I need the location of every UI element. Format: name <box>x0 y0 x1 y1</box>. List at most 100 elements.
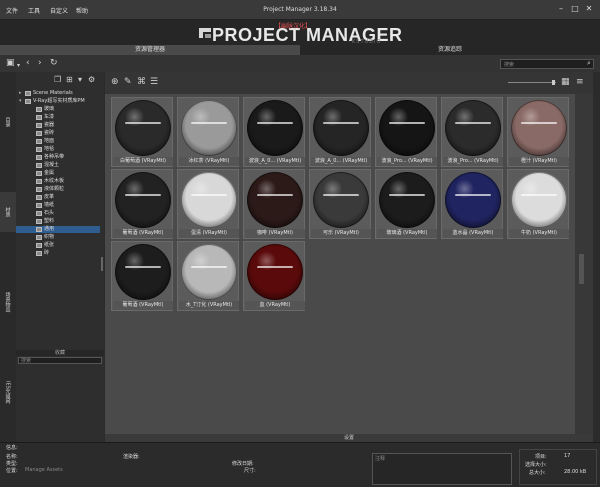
material-preview-sphere <box>247 100 303 156</box>
view-options-icon[interactable]: ▾ <box>78 75 82 84</box>
tree-item[interactable]: 瓷器 <box>16 122 100 129</box>
tab-asset-tracking[interactable]: 资源追踪 <box>300 45 600 55</box>
collapse-arrow-icon[interactable]: ▾ <box>19 98 22 105</box>
location-value: Manage Assets <box>25 467 63 473</box>
search-input[interactable]: 搜索 <box>500 59 594 69</box>
renderer-label: 渲染器: <box>123 454 140 460</box>
material-card[interactable]: 水_T汀化 (VRayMtl) <box>177 241 239 311</box>
tree-item[interactable]: 各种吊带 <box>16 154 100 161</box>
expand-arrow-icon[interactable]: ▸ <box>19 90 22 97</box>
location-label: 位置: <box>6 468 18 474</box>
edit-icon[interactable]: ✎ <box>124 78 132 87</box>
info-panel: 信息: 名称: 类型: 位置: Manage Assets 渲染器: 修改日期:… <box>0 442 600 487</box>
grid-view-icon[interactable]: ▦ <box>561 78 570 87</box>
tree-item[interactable]: 玻璃 <box>16 106 100 113</box>
tree-item[interactable]: 石头 <box>16 210 100 217</box>
material-card[interactable]: 可乐 (VRayMtl) <box>309 169 371 239</box>
tree-item[interactable]: ▸ Scene Materials <box>16 90 100 97</box>
tree-item[interactable]: 地面 <box>16 138 100 145</box>
tree-item[interactable]: 瓷砖 <box>16 130 100 137</box>
gear-icon[interactable]: ⚙ <box>88 75 95 84</box>
material-card[interactable]: 波浪_Pro... (VRayMtl) <box>441 97 503 167</box>
specular-highlight <box>191 122 227 124</box>
tree-item[interactable]: 皮革 <box>16 194 100 201</box>
settings-bar[interactable]: 设置 <box>105 434 593 442</box>
specular-highlight <box>125 266 161 268</box>
folder-icon <box>36 203 42 208</box>
tree-item-label: 墙纸 <box>44 202 55 208</box>
tree-item-label: 木纹木板 <box>44 178 65 184</box>
maximize-button[interactable]: □ <box>570 4 580 14</box>
tree-item[interactable]: 纸张 <box>16 242 100 249</box>
copy-icon[interactable]: ❐ <box>54 75 61 84</box>
vertical-tabs: 目录 材质 场景物品 IES光域网 <box>0 72 16 442</box>
tab-asset-manager[interactable]: 资源管理器 <box>0 45 300 55</box>
folder-icon <box>36 187 42 192</box>
tree-item[interactable]: 液体颗粒 <box>16 186 100 193</box>
vtab-ies[interactable]: IES光域网 <box>0 362 16 422</box>
tree-item[interactable]: 地毯 <box>16 146 100 153</box>
note-placeholder: 注释 <box>375 456 386 462</box>
tree-item[interactable]: 木纹木板 <box>16 178 100 185</box>
size-label: 尺寸: <box>244 468 256 474</box>
vtab-materials[interactable]: 材质 <box>0 192 16 232</box>
material-preview-sphere <box>511 100 567 156</box>
material-caption: 白葡萄酒 (VRayMtl) <box>113 157 173 166</box>
material-card[interactable]: 波浪_Pro... (VRayMtl) <box>375 97 437 167</box>
forward-icon[interactable]: › <box>38 59 42 68</box>
dropdown-icon[interactable]: ▾ <box>17 61 20 70</box>
material-card[interactable]: 牛奶 (VRayMtl) <box>507 169 569 239</box>
add-material-icon[interactable]: ⊕ <box>111 78 119 87</box>
collection-search-input[interactable]: 搜索 <box>18 357 102 364</box>
panel-icon[interactable]: ▣ <box>6 59 15 68</box>
material-card[interactable]: 蓝水晶 (VRayMtl) <box>441 169 503 239</box>
tree-item[interactable]: 塑料 <box>16 218 100 225</box>
search-placeholder: 搜索 <box>504 62 515 68</box>
list-edit-icon[interactable]: ☰ <box>150 78 158 87</box>
info-header: 信息: <box>6 445 18 451</box>
tree-item[interactable]: ▾ V-Ray超写实材质库PM <box>16 98 100 105</box>
sort-icon[interactable]: ≡ <box>576 78 584 87</box>
material-card[interactable]: 玻璃酒 (VRayMtl) <box>375 169 437 239</box>
material-card[interactable]: 白葡萄酒 (VRayMtl) <box>111 97 173 167</box>
tree-item[interactable]: 砖 <box>16 250 100 257</box>
material-card[interactable]: 蛋清 (VRayMtl) <box>177 169 239 239</box>
material-card[interactable]: 波浪_A_0... (VRayMtl) <box>309 97 371 167</box>
search-icon[interactable]: ⌕ <box>587 59 591 68</box>
tree-item[interactable]: 混凝土 <box>16 162 100 169</box>
vtab-directory[interactable]: 目录 <box>0 102 16 142</box>
zoom-slider-handle[interactable] <box>552 80 555 85</box>
material-card[interactable]: 葡萄酒 (VRayMtl) <box>111 169 173 239</box>
tree-item[interactable]: 织物 <box>16 234 100 241</box>
refresh-icon[interactable]: ↻ <box>50 59 58 68</box>
note-field[interactable]: 注释 <box>372 453 512 485</box>
material-card[interactable]: 血 (VRayMtl) <box>243 241 305 311</box>
preview-strip <box>575 94 593 434</box>
selected-size-label: 选择大小: <box>525 462 547 468</box>
tree-item[interactable]: 墙纸 <box>16 202 100 209</box>
tree-toolbar: ❐ ⊞ ▾ ⚙ <box>16 72 104 86</box>
tree-item[interactable]: 通用 <box>16 226 100 233</box>
minimize-button[interactable]: – <box>556 4 566 14</box>
material-card[interactable]: 葡萄酒 (VRayMtl) <box>111 241 173 311</box>
tree-item[interactable]: 金属 <box>16 170 100 177</box>
material-card[interactable]: 冰红茶 (VRayMtl) <box>177 97 239 167</box>
material-preview-sphere <box>247 244 303 300</box>
add-folder-icon[interactable]: ⊞ <box>66 75 73 84</box>
collapse-handle[interactable] <box>579 254 584 284</box>
material-card[interactable]: 咖啡 (VRayMtl) <box>243 169 305 239</box>
vtab-scene-objects[interactable]: 场景物品 <box>0 272 16 332</box>
back-icon[interactable]: ‹ <box>26 59 30 68</box>
material-card[interactable]: 橙汁 (VRayMtl) <box>507 97 569 167</box>
specular-highlight <box>389 194 425 196</box>
close-button[interactable]: ✕ <box>584 4 594 14</box>
tree-scrollbar[interactable] <box>101 257 103 271</box>
specular-highlight <box>257 266 293 268</box>
folder-icon <box>36 195 42 200</box>
zoom-slider-track[interactable] <box>508 82 556 83</box>
material-card[interactable]: 波浪_A_0... (VRayMtl) <box>243 97 305 167</box>
folder-icon <box>36 123 42 128</box>
tag-icon[interactable]: ⌘ <box>137 78 146 87</box>
specular-highlight <box>257 194 293 196</box>
tree-item[interactable]: 车漆 <box>16 114 100 121</box>
